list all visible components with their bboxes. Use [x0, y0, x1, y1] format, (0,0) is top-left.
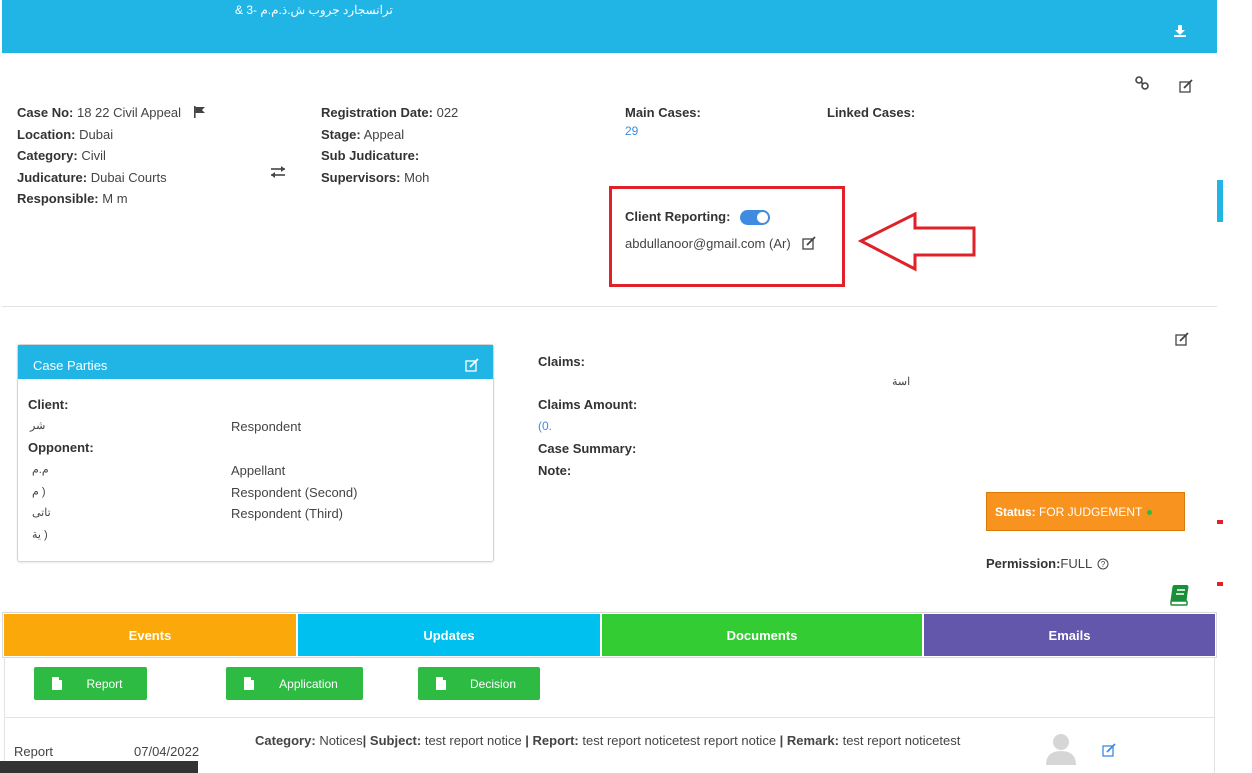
- edit-event-icon[interactable]: [1102, 743, 1116, 757]
- report-button[interactable]: Report: [34, 667, 147, 700]
- opponent-name: تاتى: [32, 507, 51, 519]
- side-scroll-indicator: [1217, 180, 1223, 222]
- linked-cases-label: Linked Cases:: [827, 105, 916, 120]
- application-button[interactable]: Application: [226, 667, 363, 700]
- side-mark: [1217, 520, 1223, 524]
- svg-text:?: ?: [1101, 560, 1106, 569]
- tab-events[interactable]: Events: [4, 614, 296, 656]
- case-header-bar: & 3- ترانسجارد جروب ش.ذ.م.م: [2, 0, 1217, 53]
- responsible-row: Responsible: M m: [17, 191, 128, 206]
- edit-claims-icon[interactable]: [1175, 332, 1189, 346]
- section-divider: [2, 306, 1217, 307]
- highlight-box: [609, 186, 845, 287]
- status-label: Status:: [995, 505, 1036, 519]
- opponent-role: Appellant: [231, 463, 286, 478]
- sub-judicature-row: Sub Judicature:: [321, 148, 420, 163]
- opponent-name: م ): [32, 486, 46, 498]
- book-icon[interactable]: [1168, 583, 1192, 607]
- tab-documents[interactable]: Documents: [602, 614, 922, 656]
- decision-button[interactable]: Decision: [418, 667, 540, 700]
- registration-date-row: Registration Date: 022: [321, 105, 459, 120]
- status-value: FOR JUDGEMENT: [1039, 505, 1143, 519]
- swap-icon[interactable]: [270, 165, 286, 179]
- case-info-col1: Case No: 18 22 Civil Appeal Location: Du…: [17, 102, 206, 210]
- flag-icon[interactable]: [193, 106, 206, 118]
- opponent-role: Respondent (Second): [231, 485, 358, 500]
- category-row: Category: Civil: [17, 148, 106, 163]
- case-parties-header: Case Parties: [18, 345, 493, 379]
- event-details: Category: Notices| Subject: test report …: [255, 733, 961, 748]
- main-case-link[interactable]: 29: [625, 124, 638, 138]
- side-mark: [1217, 582, 1223, 586]
- case-no-row: Case No: 18 22 Civil Appeal: [17, 102, 206, 124]
- claims-label: Claims:: [538, 354, 585, 369]
- bottom-bar: [0, 761, 198, 773]
- claims-amount-label: Claims Amount:: [538, 397, 638, 412]
- case-parties-title: Case Parties: [33, 358, 108, 373]
- row-divider: [4, 717, 1215, 718]
- stage-row: Stage: Appeal: [321, 126, 405, 142]
- opponent-name: ية ): [32, 529, 48, 541]
- location-row: Location: Dubai: [17, 126, 114, 142]
- status-dot: [1147, 510, 1153, 516]
- client-role: Respondent: [231, 419, 302, 434]
- opponent-role: Respondent (Third): [231, 506, 343, 521]
- opponent-name: م.م: [32, 464, 49, 476]
- main-cases-label: Main Cases:: [625, 105, 701, 120]
- permission-value: FULL: [1060, 556, 1092, 571]
- case-info-col2: Registration Date: 022 Stage: Appeal Sub…: [321, 102, 458, 188]
- document-icon: [52, 677, 62, 690]
- judicature-row: Judicature: Dubai Courts: [17, 169, 167, 185]
- edit-parties-icon[interactable]: [465, 358, 479, 372]
- avatar: [1046, 734, 1076, 765]
- help-icon[interactable]: ?: [1097, 558, 1109, 570]
- client-label: Client:: [28, 397, 69, 412]
- opponent-label: Opponent:: [28, 440, 94, 455]
- document-icon: [436, 677, 446, 690]
- document-icon: [244, 677, 254, 690]
- event-type: Report: [14, 744, 54, 759]
- claims-amount-value: (0.: [538, 419, 553, 433]
- supervisors-row: Supervisors: Moh: [321, 169, 430, 185]
- permission-label: Permission:: [986, 556, 1061, 571]
- tab-emails[interactable]: Emails: [924, 614, 1215, 656]
- permission-row: Permission:FULL ?: [986, 556, 1109, 571]
- case-header-title: & 3- ترانسجارد جروب ش.ذ.م.م: [235, 3, 393, 17]
- client-name: شر: [30, 420, 46, 432]
- case-summary-label: Case Summary:: [538, 441, 637, 456]
- note-label: Note:: [538, 463, 572, 478]
- download-icon[interactable]: [1173, 24, 1187, 38]
- status-badge[interactable]: Status: FOR JUDGEMENT: [986, 492, 1185, 531]
- tab-updates[interactable]: Updates: [298, 614, 600, 656]
- claims-value: اسة: [892, 376, 911, 388]
- link-icon[interactable]: [1135, 76, 1149, 90]
- edit-case-icon[interactable]: [1179, 79, 1193, 93]
- event-date: 07/04/2022: [134, 744, 200, 759]
- arrow-left-icon: [858, 212, 976, 272]
